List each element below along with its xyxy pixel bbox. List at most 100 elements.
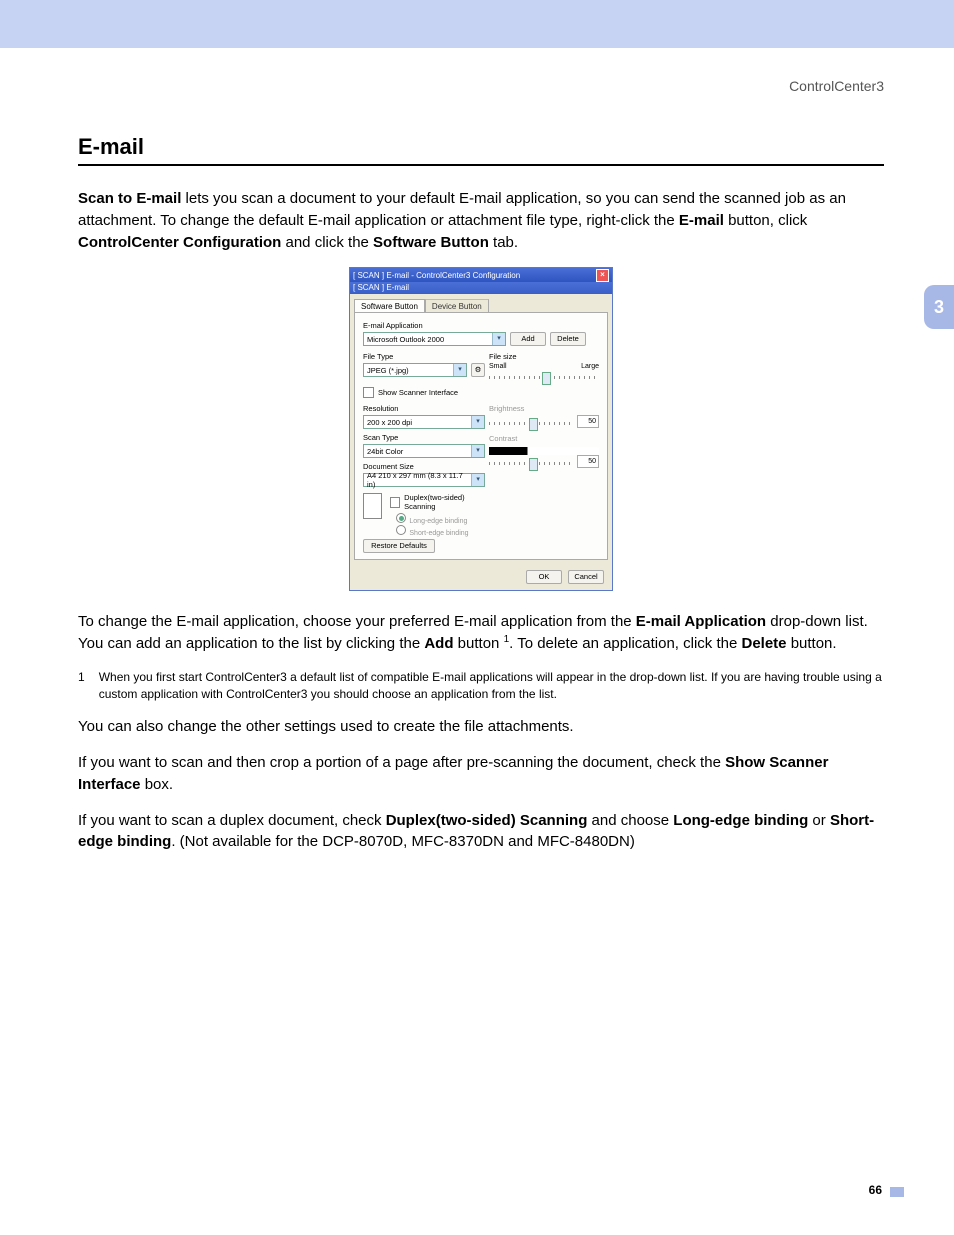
bold-email-application: E-mail Application [636,613,766,630]
text: or [808,812,830,829]
dialog-figure: [ SCAN ] E-mail - ControlCenter3 Configu… [78,267,884,591]
dialog-body: E-mail Application Microsoft Outlook 200… [354,312,608,560]
scan-type-dropdown[interactable]: 24bit Color ▾ [363,444,485,458]
paragraph-change-app: To change the E-mail application, choose… [78,611,884,655]
duplex-checkbox[interactable]: Duplex(two-sided) Scanning [390,493,485,511]
file-size-label: File size [489,352,599,361]
intro-text4: tab. [489,234,518,251]
intro-bold-sb: Software Button [373,234,489,251]
radio-icon [396,513,406,523]
paragraph-other-settings: You can also change the other settings u… [78,716,884,738]
email-app-dropdown[interactable]: Microsoft Outlook 2000 ▾ [363,332,506,346]
contrast-slider[interactable] [489,462,573,465]
chapter-tab: 3 [924,285,954,329]
file-type-value: JPEG (*.jpg) [367,366,409,375]
email-app-value: Microsoft Outlook 2000 [367,335,444,344]
chevron-down-icon: ▾ [453,364,466,376]
heading-rule [78,164,884,166]
slider-thumb[interactable] [542,372,551,385]
doc-size-value: A4 210 x 297 mm (8.3 x 11.7 in) [367,471,471,489]
add-button[interactable]: Add [510,332,546,346]
brightness-value[interactable]: 50 [577,415,599,428]
intro-lead: Scan to E-mail [78,190,181,207]
file-type-dropdown[interactable]: JPEG (*.jpg) ▾ [363,363,467,377]
page-number: 66 [869,1183,882,1197]
doc-size-label: Document Size [363,462,485,471]
file-size-small: Small [489,363,507,370]
footnote-text: When you first start ControlCenter3 a de… [99,669,884,703]
checkbox-icon [363,387,374,398]
resolution-value: 200 x 200 dpi [367,418,412,427]
paragraph-crop: If you want to scan and then crop a port… [78,752,884,796]
chevron-down-icon: ▾ [471,474,484,486]
dialog-footer: OK Cancel [350,564,612,590]
show-scanner-label: Show Scanner Interface [378,388,458,397]
contrast-gradient [489,447,599,455]
contrast-label: Contrast [489,434,599,443]
ok-button[interactable]: OK [526,570,562,584]
bold-add: Add [424,635,453,652]
scan-type-label: Scan Type [363,433,485,442]
close-icon[interactable]: × [596,269,609,282]
resolution-dropdown[interactable]: 200 x 200 dpi ▾ [363,415,485,429]
dialog-title: [ SCAN ] E-mail - ControlCenter3 Configu… [353,271,520,280]
show-scanner-checkbox[interactable]: Show Scanner Interface [363,387,599,398]
duplex-icon [363,493,382,519]
file-size-slider[interactable] [489,376,599,379]
duplex-label: Duplex(two-sided) Scanning [404,493,485,511]
resolution-label: Resolution [363,404,485,413]
text: To change the E-mail application, choose… [78,613,636,630]
file-size-large: Large [581,363,599,370]
long-edge-label: Long-edge binding [409,518,467,525]
tab-software-button[interactable]: Software Button [354,299,425,313]
breadcrumb: ControlCenter3 [0,48,954,94]
text: box. [141,776,174,793]
section-heading: E-mail [78,134,884,160]
text: . (Not available for the DCP-8070D, MFC-… [171,833,635,850]
brightness-slider[interactable] [489,422,573,425]
radio-icon [396,525,406,535]
text: and choose [587,812,673,829]
intro-text3: and click the [281,234,373,251]
restore-defaults-button[interactable]: Restore Defaults [363,539,435,553]
dialog-subtitle: [ SCAN ] E-mail [350,282,612,294]
top-header-band [0,0,954,48]
delete-button[interactable]: Delete [550,332,586,346]
cancel-button[interactable]: Cancel [568,570,604,584]
paragraph-duplex: If you want to scan a duplex document, c… [78,810,884,854]
doc-size-dropdown[interactable]: A4 210 x 297 mm (8.3 x 11.7 in) ▾ [363,473,485,487]
footnote-number: 1 [78,669,85,703]
bold-long-edge: Long-edge binding [673,812,808,829]
scan-type-value: 24bit Color [367,447,403,456]
text: If you want to scan and then crop a port… [78,754,725,771]
short-edge-radio[interactable]: Short-edge binding [396,525,485,537]
checkbox-icon [390,497,400,508]
contrast-value[interactable]: 50 [577,455,599,468]
config-dialog: [ SCAN ] E-mail - ControlCenter3 Configu… [349,267,613,591]
file-type-settings-button[interactable]: ⚙ [471,363,485,377]
intro-bold-email: E-mail [679,212,724,229]
short-edge-label: Short-edge binding [409,530,468,537]
text: button. [787,635,837,652]
intro-paragraph: Scan to E-mail lets you scan a document … [78,188,884,253]
intro-bold-cc: ControlCenter Configuration [78,234,281,251]
slider-thumb[interactable] [529,458,538,471]
tab-device-button[interactable]: Device Button [425,299,489,313]
chevron-down-icon: ▾ [471,416,484,428]
bold-duplex: Duplex(two-sided) Scanning [386,812,588,829]
email-app-label: E-mail Application [363,321,599,330]
dialog-tabs: Software Button Device Button [350,294,612,312]
text: . To delete an application, click the [509,635,741,652]
footnote: 1 When you first start ControlCenter3 a … [78,669,884,703]
slider-thumb[interactable] [529,418,538,431]
dialog-titlebar: [ SCAN ] E-mail - ControlCenter3 Configu… [350,268,612,282]
text: button [454,635,504,652]
long-edge-radio[interactable]: Long-edge binding [396,513,485,525]
chevron-down-icon: ▾ [471,445,484,457]
file-type-label: File Type [363,352,485,361]
bold-delete: Delete [742,635,787,652]
page-corner-decoration [890,1187,904,1197]
text: If you want to scan a duplex document, c… [78,812,386,829]
brightness-label: Brightness [489,404,599,413]
chevron-down-icon: ▾ [492,333,505,345]
